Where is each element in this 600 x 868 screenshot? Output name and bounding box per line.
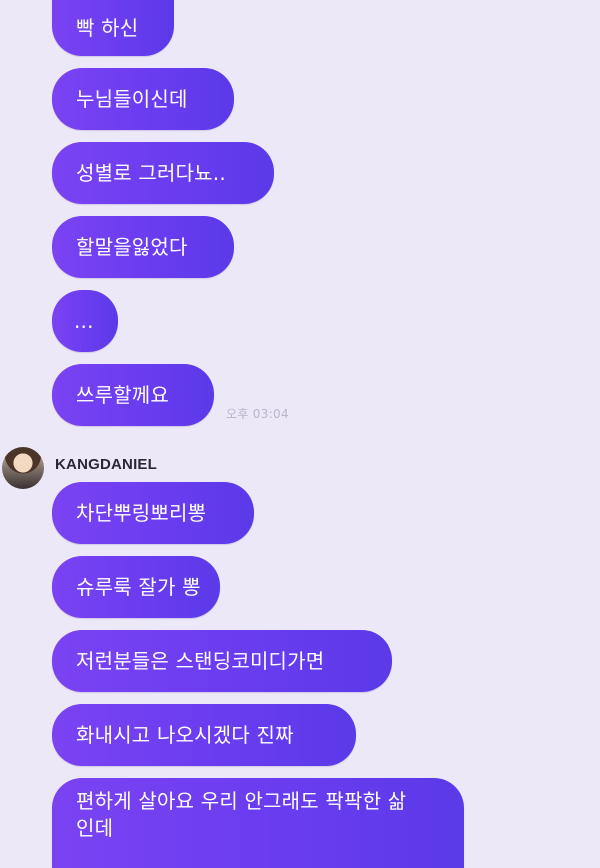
- sender-name: KANGDANIEL: [55, 456, 157, 473]
- message-text: 편하게 살아요 우리 안그래도 팍팍한 삶인데: [76, 789, 407, 840]
- message-text: 누님들이신데: [76, 86, 188, 111]
- message-bubble[interactable]: ...: [52, 290, 118, 352]
- message-bubble[interactable]: 할말을잃었다: [52, 216, 234, 278]
- message-text: 저런분들은 스탠딩코미디가면: [76, 648, 325, 673]
- message-text: 성별로 그러다뇨..: [76, 160, 226, 185]
- sender-avatar[interactable]: [2, 447, 44, 489]
- message-text: 슈루룩 잘가 뽕: [76, 574, 201, 599]
- message-bubble[interactable]: 화내시고 나오시겠다 진짜: [52, 704, 356, 766]
- message-bubble[interactable]: 저런분들은 스탠딩코미디가면: [52, 630, 392, 692]
- message-bubble[interactable]: 쓰루할께요: [52, 364, 214, 426]
- message-text: 쓰루할께요: [76, 382, 169, 407]
- message-bubble[interactable]: 누님들이신데: [52, 68, 234, 130]
- message-text: 차단뿌링뽀리뽕: [76, 500, 207, 525]
- message-text: 빡 하신: [76, 15, 139, 40]
- message-bubble[interactable]: 성별로 그러다뇨..: [52, 142, 274, 204]
- message-bubble[interactable]: 슈루룩 잘가 뽕: [52, 556, 220, 618]
- message-bubble[interactable]: 편하게 살아요 우리 안그래도 팍팍한 삶인데: [52, 778, 464, 868]
- message-text: 할말을잃었다: [76, 234, 188, 259]
- message-text: ...: [74, 308, 94, 333]
- message-text: 화내시고 나오시겠다 진짜: [76, 722, 294, 747]
- chat-thread: 빡 하신 누님들이신데 성별로 그러다뇨.. 할말을잃었다 ... 쓰루할께요 …: [0, 0, 600, 868]
- message-timestamp: 오후 03:04: [226, 407, 289, 421]
- message-bubble[interactable]: 빡 하신: [52, 0, 174, 56]
- message-bubble[interactable]: 차단뿌링뽀리뽕: [52, 482, 254, 544]
